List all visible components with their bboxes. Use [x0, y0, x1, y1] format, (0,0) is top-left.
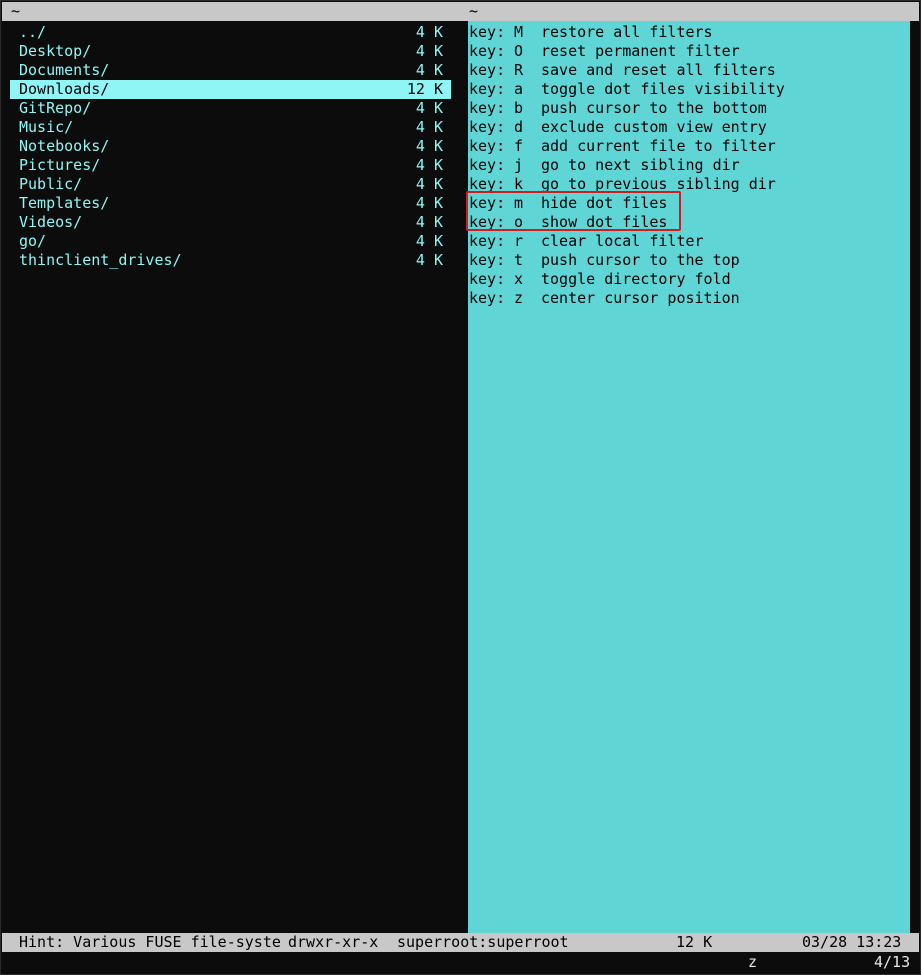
key-char: x — [514, 270, 524, 288]
key-char: b — [514, 99, 524, 117]
key-prefix: key: — [469, 194, 506, 212]
key-char: t — [514, 251, 524, 269]
file-size: 4 K — [415, 213, 443, 231]
pending-key: z — [748, 953, 758, 971]
file-row[interactable]: Downloads/12 K — [10, 80, 451, 99]
file-size: 4 K — [415, 175, 443, 193]
key-char: O — [514, 42, 524, 60]
file-size: 4 K — [415, 61, 443, 79]
file-size: 12 K — [406, 80, 443, 98]
key-prefix: key: — [469, 251, 506, 269]
file-size: 4 K — [415, 232, 443, 250]
file-row[interactable]: Desktop/4 K — [10, 42, 451, 61]
key-description: center cursor position — [541, 289, 740, 307]
file-row[interactable]: thinclient_drives/4 K — [10, 251, 451, 270]
file-row[interactable]: GitRepo/4 K — [10, 99, 451, 118]
file-size: 4 K — [415, 156, 443, 174]
file-size: 4 K — [415, 42, 443, 60]
left-pane-path: ~ — [11, 2, 21, 20]
key-prefix: key: — [469, 156, 506, 174]
cursor-position: 4/13 — [874, 953, 911, 971]
key-description: toggle dot files visibility — [541, 80, 785, 98]
file-name: Desktop/ — [19, 42, 92, 60]
file-name: Templates/ — [19, 194, 110, 212]
file-name: Downloads/ — [19, 80, 110, 98]
file-row[interactable]: ../ 4 K — [10, 23, 451, 42]
file-list-pane[interactable]: ../4 K Desktop/4 K Documents/4 K Downloads/… — [2, 21, 460, 933]
key-char: d — [514, 118, 524, 136]
key-prefix: key: — [469, 232, 506, 250]
file-name: Notebooks/ — [19, 137, 110, 155]
key-description: toggle directory fold — [541, 270, 731, 288]
key-description: restore all filters — [541, 23, 713, 41]
key-char: f — [514, 137, 524, 155]
key-description: push cursor to the bottom — [541, 99, 767, 117]
key-char: k — [514, 175, 524, 193]
file-size: 4 K — [415, 118, 443, 136]
key-description: push cursor to the top — [541, 251, 740, 269]
key-char: z — [514, 289, 524, 307]
key-char: o — [514, 213, 524, 231]
status-bar: Hint: Various FUSE file-syste drwxr-xr-x… — [2, 933, 919, 952]
key-prefix: key: — [469, 80, 506, 98]
status-owner: superroot:superroot — [397, 933, 569, 951]
key-prefix: key: — [469, 61, 506, 79]
key-description: save and reset all filters — [541, 61, 776, 79]
key-prefix: key: — [469, 118, 506, 136]
key-prefix: key: — [469, 23, 506, 41]
key-prefix: key: — [469, 137, 506, 155]
key-char: a — [514, 80, 524, 98]
file-name: Documents/ — [19, 61, 110, 79]
file-name: go/ — [19, 232, 47, 250]
file-row[interactable]: Public/4 K — [10, 175, 451, 194]
file-name: thinclient_drives/ — [19, 251, 182, 269]
file-size: 4 K — [415, 137, 443, 155]
key-description: hide dot files — [541, 194, 668, 212]
file-row[interactable]: Pictures/4 K — [10, 156, 451, 175]
file-name: Pictures/ — [19, 156, 101, 174]
key-char: j — [514, 156, 524, 174]
file-row[interactable]: Templates/4 K — [10, 194, 451, 213]
file-row[interactable]: Notebooks/4 K — [10, 137, 451, 156]
file-size: 4 K — [415, 99, 443, 117]
file-name: Videos/ — [19, 213, 83, 231]
key-prefix: key: — [469, 99, 506, 117]
file-name: ../ — [19, 23, 47, 41]
status-date: 03/28 13:23 — [802, 933, 902, 951]
file-row[interactable]: go/4 K — [10, 232, 451, 251]
status-size: 12 K — [676, 933, 713, 951]
file-size: 4 K — [415, 194, 443, 212]
key-description: add current file to filter — [541, 137, 776, 155]
file-size: 4 K — [415, 251, 443, 269]
key-prefix: key: — [469, 175, 506, 193]
key-description: reset permanent filter — [541, 42, 740, 60]
file-name: GitRepo/ — [19, 99, 92, 117]
key-prefix: key: — [469, 270, 506, 288]
file-row[interactable]: Music/4 K — [10, 118, 451, 137]
key-description: exclude custom view entry — [541, 118, 767, 136]
key-description: show dot files — [541, 213, 668, 231]
key-char: r — [514, 232, 524, 250]
key-prefix: key: — [469, 289, 506, 307]
file-size: 4 K — [415, 23, 443, 41]
file-row[interactable]: Videos/4 K — [10, 213, 451, 232]
command-line: z 4/13 — [2, 953, 919, 972]
key-description: clear local filter — [541, 232, 704, 250]
file-row[interactable]: Documents/4 K — [10, 61, 451, 80]
key-description: go to previous sibling dir — [541, 175, 776, 193]
key-char: R — [514, 61, 524, 79]
key-description: go to next sibling dir — [541, 156, 740, 174]
title-bar: ~ ~ — [2, 2, 919, 21]
status-permissions: drwxr-xr-x — [288, 933, 379, 951]
key-prefix: key: — [469, 42, 506, 60]
right-pane-path: ~ — [469, 2, 479, 20]
status-hint: Hint: Various FUSE file-syste — [19, 933, 281, 951]
file-name: Music/ — [19, 118, 74, 136]
file-name: Public/ — [19, 175, 83, 193]
key-help-pane: key: Mrestore all filters key: Oreset perma… — [468, 21, 910, 933]
key-char: m — [514, 194, 524, 212]
key-char: M — [514, 23, 524, 41]
key-prefix: key: — [469, 213, 506, 231]
